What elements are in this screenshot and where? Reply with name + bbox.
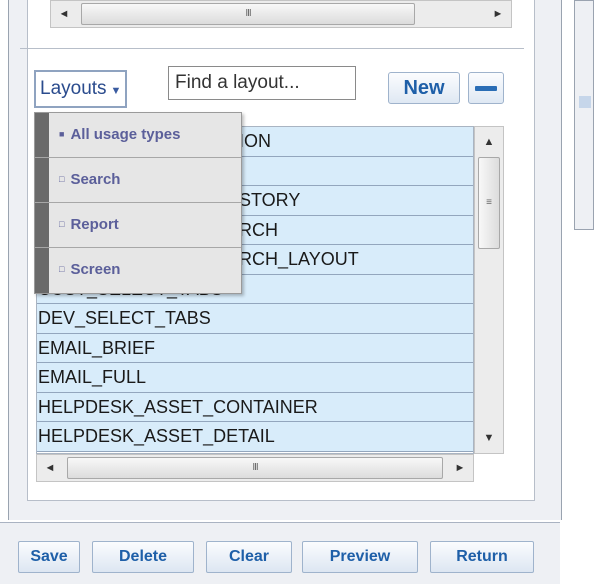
- menu-item-marker: [35, 113, 49, 157]
- scroll-down-arrow-icon[interactable]: ▼: [475, 425, 503, 451]
- minus-icon: [475, 86, 497, 91]
- new-layout-button[interactable]: New: [388, 72, 460, 104]
- menu-item-all-usage-types[interactable]: ■ All usage types: [35, 113, 241, 158]
- scroll-right-arrow-icon[interactable]: ►: [485, 1, 511, 27]
- menu-item-search[interactable]: □ Search: [35, 158, 241, 203]
- save-button[interactable]: Save: [18, 541, 80, 573]
- top-horizontal-scrollbar[interactable]: ◄ III ►: [50, 0, 512, 28]
- list-item[interactable]: HELPDESK_ASSET_CONTAINER: [37, 392, 473, 422]
- menu-item-label: Search: [70, 171, 121, 188]
- list-item[interactable]: EMAIL_BRIEF: [37, 333, 473, 363]
- list-vertical-scrollbar[interactable]: ▲ ≡ ▼: [474, 126, 504, 454]
- chevron-down-icon: ▼: [110, 85, 122, 97]
- unchecked-box-icon: □: [59, 219, 65, 229]
- section-divider: [20, 48, 524, 49]
- menu-item-marker: [35, 158, 49, 202]
- menu-item-label: Report: [70, 216, 119, 233]
- menu-item-screen[interactable]: □ Screen: [35, 248, 241, 293]
- layouts-dropdown[interactable]: Layouts ▼: [34, 70, 128, 108]
- scroll-left-arrow-icon[interactable]: ◄: [37, 455, 63, 481]
- adjacent-panel-tab: [579, 96, 591, 108]
- clear-button[interactable]: Clear: [206, 541, 292, 573]
- unchecked-box-icon: □: [59, 264, 65, 274]
- return-button[interactable]: Return: [430, 541, 534, 573]
- action-toolbar: Save Delete Clear Preview Return: [0, 522, 560, 584]
- find-layout-input[interactable]: [168, 66, 356, 100]
- checked-box-icon: ■: [59, 129, 65, 139]
- list-item[interactable]: EMAIL_FULL: [37, 363, 473, 393]
- layouts-dropdown-label: Layouts: [40, 78, 107, 99]
- preview-button[interactable]: Preview: [302, 541, 418, 573]
- delete-button[interactable]: Delete: [92, 541, 194, 573]
- scroll-thumb[interactable]: III: [67, 457, 443, 479]
- list-horizontal-scrollbar[interactable]: ◄ III ►: [36, 454, 474, 482]
- remove-layout-button[interactable]: [468, 72, 504, 104]
- scroll-left-arrow-icon[interactable]: ◄: [51, 1, 77, 27]
- list-item[interactable]: DEV_SELECT_TABS: [37, 304, 473, 334]
- usage-type-menu: ■ All usage types □ Search □ Report □ Screen: [34, 112, 242, 294]
- menu-item-label: Screen: [70, 261, 121, 278]
- menu-item-report[interactable]: □ Report: [35, 203, 241, 248]
- menu-item-marker: [35, 203, 49, 247]
- menu-item-label: All usage types: [70, 126, 181, 143]
- menu-item-marker: [35, 248, 49, 293]
- unchecked-box-icon: □: [59, 174, 65, 184]
- vertical-scroll-thumb[interactable]: ≡: [478, 157, 500, 249]
- scroll-right-arrow-icon[interactable]: ►: [447, 455, 473, 481]
- list-item[interactable]: HELPDESK_ASSET_DETAIL: [37, 422, 473, 452]
- scroll-up-arrow-icon[interactable]: ▲: [475, 129, 503, 155]
- adjacent-panel: [574, 0, 594, 230]
- scroll-thumb[interactable]: III: [81, 3, 415, 25]
